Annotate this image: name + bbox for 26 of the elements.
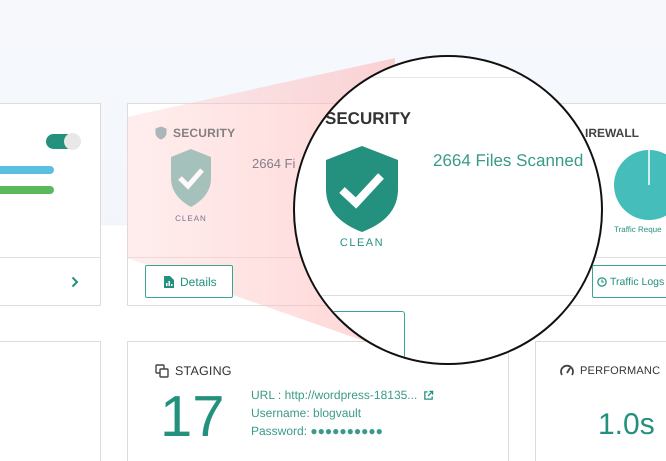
card-title: IREWALL	[585, 126, 640, 140]
files-scanned-text: 2664 Files Scanned	[433, 151, 584, 172]
external-link-icon[interactable]	[423, 390, 434, 400]
magnified-title: SECURITY	[325, 109, 411, 128]
gauge-icon	[560, 364, 574, 378]
chevron-right-icon[interactable]	[71, 276, 79, 288]
shield-check-icon	[170, 148, 212, 208]
status-label: CLEAN	[175, 214, 207, 223]
username-text: Username: blogvault	[251, 406, 362, 420]
staging-icon	[155, 364, 169, 378]
shield-check-icon	[325, 145, 399, 233]
password-text: Password: ●●●●●●●●●●	[251, 424, 384, 438]
clock-icon	[597, 276, 607, 288]
details-button[interactable]: Details	[145, 265, 233, 298]
chart-document-icon	[164, 276, 174, 288]
card-title: PERFORMANC	[580, 365, 660, 377]
chart-label: Traffic Reque	[614, 225, 663, 234]
card-title: STAGING	[175, 364, 232, 378]
card-title: SECURITY	[173, 126, 236, 140]
load-time-value: 1.0s	[598, 408, 656, 442]
toggle-switch[interactable]	[46, 134, 80, 149]
staging-url[interactable]: URL : http://wordpress-18135...	[251, 388, 418, 402]
traffic-logs-button[interactable]: Traffic Logs	[592, 265, 666, 298]
staging-count: 17	[160, 388, 226, 446]
status-label: CLEAN	[340, 237, 384, 249]
files-count: 2664 Fi	[252, 156, 296, 173]
